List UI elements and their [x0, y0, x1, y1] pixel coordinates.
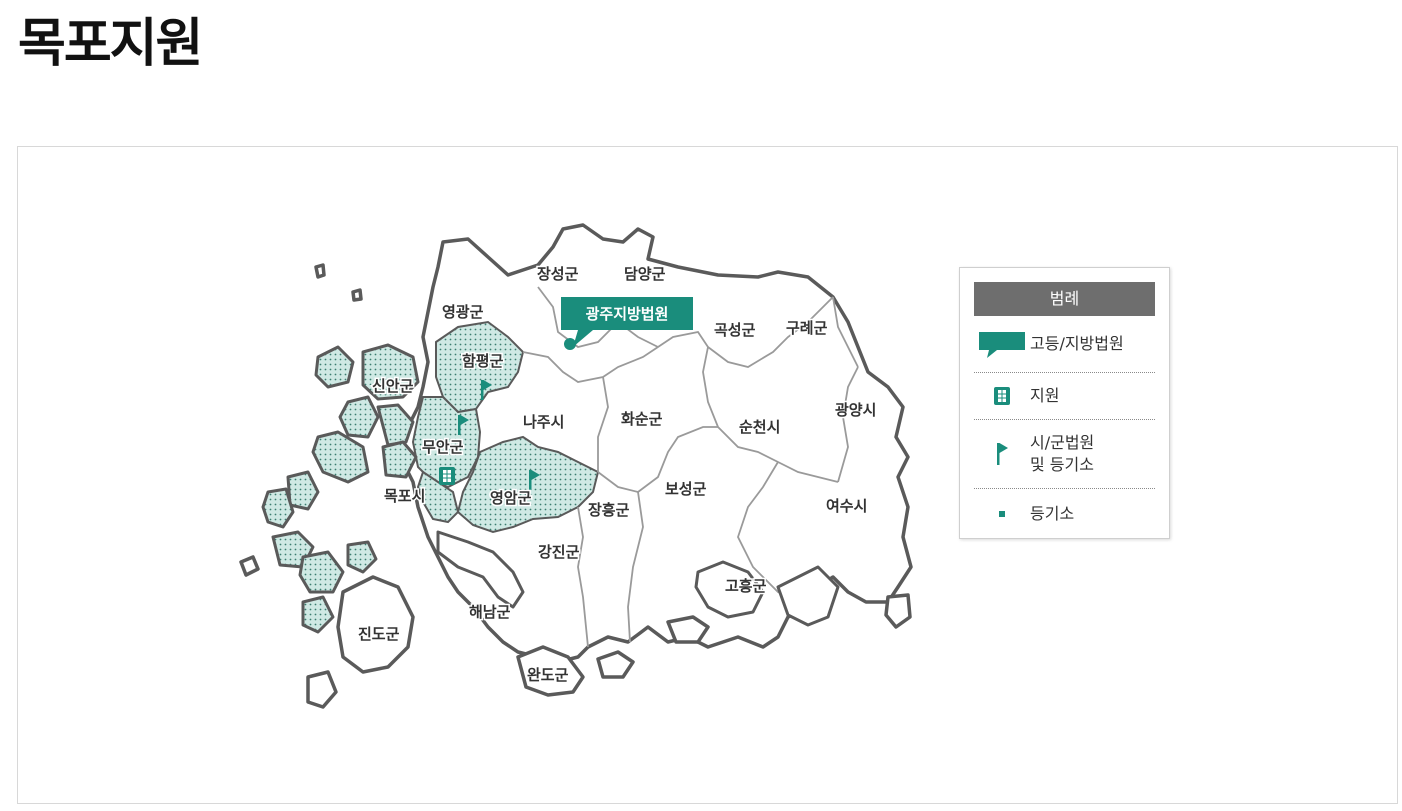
- jeonnam-map: 광주지방법원 장성군 담양군 영광군 곡성군 구례군 함평군 신안군 나주시 화…: [239, 223, 913, 709]
- region-label-naju: 나주시: [523, 413, 564, 431]
- map-legend: 범례 고등/지방법원 지원 시/군법원 및 등기소 등기소: [959, 267, 1170, 539]
- legend-label: 등기소: [1030, 504, 1075, 523]
- legend-item-registry: 등기소: [974, 489, 1155, 539]
- region-label-yeosu: 여수시: [826, 497, 867, 515]
- region-label-jangheung: 장흥군: [588, 501, 630, 519]
- legend-label: 시/군법원: [1030, 433, 1095, 452]
- region-label-muan: 무안군: [422, 438, 464, 456]
- legend-title: 범례: [974, 282, 1155, 316]
- region-label-sinan: 신안군: [372, 377, 414, 395]
- mokpo-branch-building-icon[interactable]: [439, 467, 455, 485]
- court-label: 광주지방법원: [586, 305, 669, 323]
- region-label-mokpo: 목포시: [384, 487, 425, 505]
- region-label-suncheon: 순천시: [739, 418, 780, 436]
- square-dot-icon: [974, 511, 1030, 517]
- page-title: 목포지원: [18, 14, 203, 74]
- region-label-hwasun: 화순군: [621, 410, 663, 428]
- speech-tag-icon: [974, 330, 1030, 358]
- region-label-gangjin: 강진군: [538, 543, 580, 561]
- legend-item-county-court: 시/군법원 및 등기소: [974, 420, 1155, 489]
- region-label-yeonggwang: 영광군: [442, 303, 484, 321]
- flag-icon: [974, 443, 1030, 465]
- region-label-gokseong: 곡성군: [714, 321, 756, 339]
- region-label-haenam: 해남군: [469, 603, 511, 621]
- legend-item-high-court: 고등/지방법원: [974, 316, 1155, 373]
- legend-label: 고등/지방법원: [1030, 334, 1124, 353]
- building-icon: [974, 387, 1030, 405]
- region-label-wando: 완도군: [527, 666, 569, 684]
- map-frame: 광주지방법원 장성군 담양군 영광군 곡성군 구례군 함평군 신안군 나주시 화…: [17, 146, 1398, 804]
- region-label-gwangyang: 광양시: [835, 401, 876, 419]
- region-label-jindo: 진도군: [358, 625, 400, 643]
- legend-item-branch: 지원: [974, 373, 1155, 420]
- legend-label-line2: 및 등기소: [1030, 455, 1094, 474]
- region-label-damyang: 담양군: [624, 265, 666, 283]
- region-label-goheung: 고흥군: [725, 577, 767, 595]
- region-label-hampyeong: 함평군: [462, 352, 504, 370]
- legend-label: 지원: [1030, 386, 1060, 405]
- region-label-boseong: 보성군: [665, 480, 707, 498]
- region-label-gurye: 구례군: [786, 319, 828, 337]
- region-label-jangseong: 장성군: [537, 265, 579, 283]
- region-label-yeongam: 영암군: [490, 489, 532, 507]
